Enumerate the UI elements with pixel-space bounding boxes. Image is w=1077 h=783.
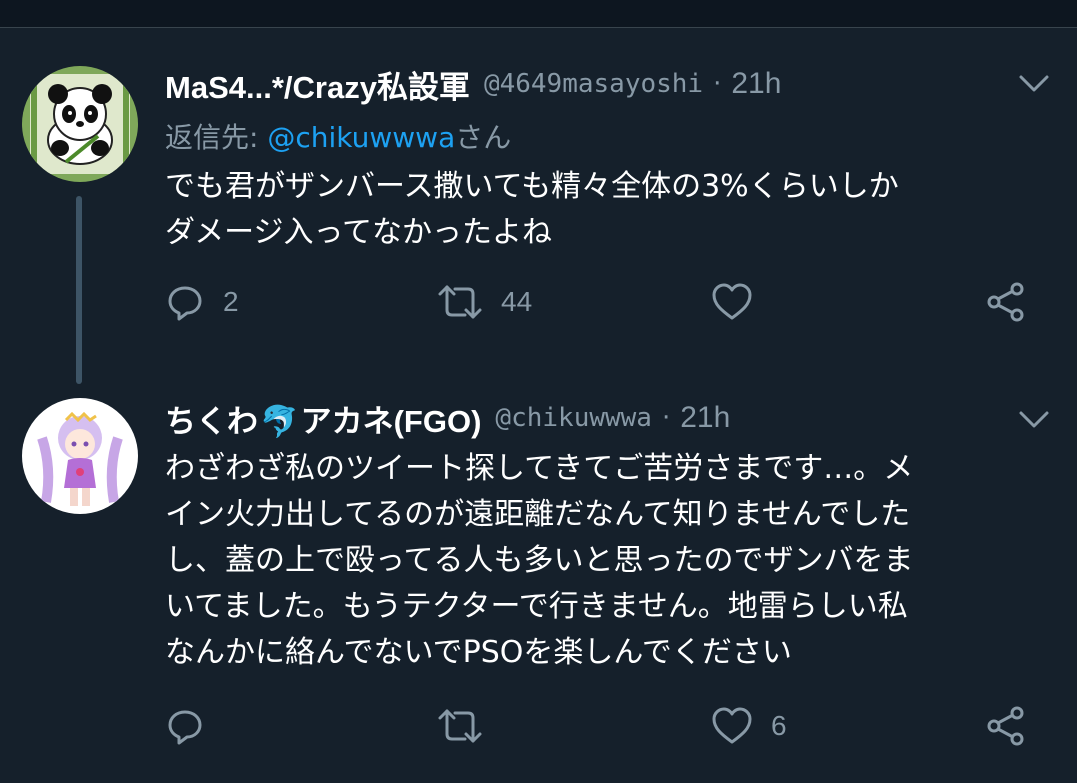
chevron-down-icon[interactable] bbox=[1017, 408, 1051, 432]
tweet-text: わざわざ私のツイート探してきてご苦労さまです…。メ イン火力出してるのが遠距離だ… bbox=[165, 446, 1060, 676]
heart-icon bbox=[712, 707, 752, 744]
reply-icon bbox=[168, 286, 202, 321]
display-name[interactable]: ちくわ🐬アカネ(FGO) bbox=[165, 396, 481, 441]
reply-to-mention[interactable]: @chikuwwwa bbox=[267, 121, 455, 154]
retweet-icon bbox=[438, 285, 482, 319]
divider bbox=[0, 27, 1077, 28]
dolphin-emoji: 🐬 bbox=[260, 403, 299, 439]
tweet-text: でも君がザンバース撒いても精々全体の3%くらいしか ダメージ入ってなかったよね bbox=[165, 164, 1060, 256]
tweet-text-line: わざわざ私のツイート探してきてご苦労さまです…。メ bbox=[165, 451, 914, 486]
like-button[interactable] bbox=[711, 282, 771, 322]
tweet-text-line: でも君がザンバース撒いても精々全体の3%くらいしか bbox=[165, 169, 899, 204]
retweet-icon bbox=[438, 709, 482, 743]
action-bar: 6 bbox=[165, 706, 1045, 746]
tweet-header: MaS4...*/Crazy私設軍 @4649masayoshi · 21h bbox=[165, 62, 781, 107]
like-button[interactable]: 6 bbox=[711, 706, 787, 746]
retweet-button[interactable]: 44 bbox=[437, 282, 532, 322]
tweet-text-line: ダメージ入ってなかったよね bbox=[165, 215, 552, 250]
retweet-button[interactable] bbox=[437, 706, 501, 746]
reply-to-line: 返信先: @chikuwwwaさん bbox=[165, 116, 511, 156]
tweet-text-line: イン火力出してるのが遠距離だなんて知りませんでした bbox=[165, 497, 911, 532]
timestamp[interactable]: 21h bbox=[680, 401, 730, 435]
timestamp[interactable]: 21h bbox=[731, 67, 781, 101]
thread-connector-line bbox=[76, 196, 82, 384]
reply-button[interactable] bbox=[165, 706, 223, 746]
tweet-text-line: し、蓋の上で殴ってる人も多いと思ったのでザンバをま bbox=[165, 543, 914, 578]
like-count: 6 bbox=[771, 710, 787, 741]
heart-icon bbox=[712, 283, 752, 320]
chevron-down-icon[interactable] bbox=[1017, 72, 1051, 96]
action-bar: 2 44 bbox=[165, 282, 1045, 322]
share-icon bbox=[987, 706, 1024, 746]
display-name-part: ちくわ bbox=[165, 403, 258, 439]
reply-to-suffix: さん bbox=[455, 121, 512, 154]
status-bar bbox=[0, 0, 1077, 28]
tweet-header: ちくわ🐬アカネ(FGO) @chikuwwwa · 21h bbox=[165, 396, 730, 441]
separator-dot: · bbox=[661, 403, 671, 433]
share-icon bbox=[987, 282, 1024, 322]
panda-avatar[interactable] bbox=[22, 66, 138, 182]
separator-dot: · bbox=[713, 69, 722, 99]
reply-to-label: 返信先: bbox=[165, 121, 268, 154]
anime-girl-avatar[interactable] bbox=[22, 398, 138, 514]
share-button[interactable] bbox=[985, 706, 1027, 746]
user-handle[interactable]: @4649masayoshi bbox=[484, 69, 703, 99]
share-button[interactable] bbox=[985, 282, 1027, 322]
display-name[interactable]: MaS4...*/Crazy私設軍 bbox=[165, 62, 470, 107]
retweet-count: 44 bbox=[501, 286, 533, 317]
user-handle[interactable]: @chikuwwwa bbox=[495, 403, 652, 433]
reply-icon bbox=[168, 710, 202, 745]
reply-count: 2 bbox=[223, 286, 239, 317]
reply-button[interactable]: 2 bbox=[165, 282, 239, 322]
tweet-text-line: いてました。もうテクターで行きません。地雷らしい私 bbox=[165, 589, 908, 624]
display-name-rest: アカネ(FGO) bbox=[300, 403, 482, 439]
tweet-text-line: なんかに絡んでないでPSOを楽しんでください bbox=[165, 635, 792, 670]
